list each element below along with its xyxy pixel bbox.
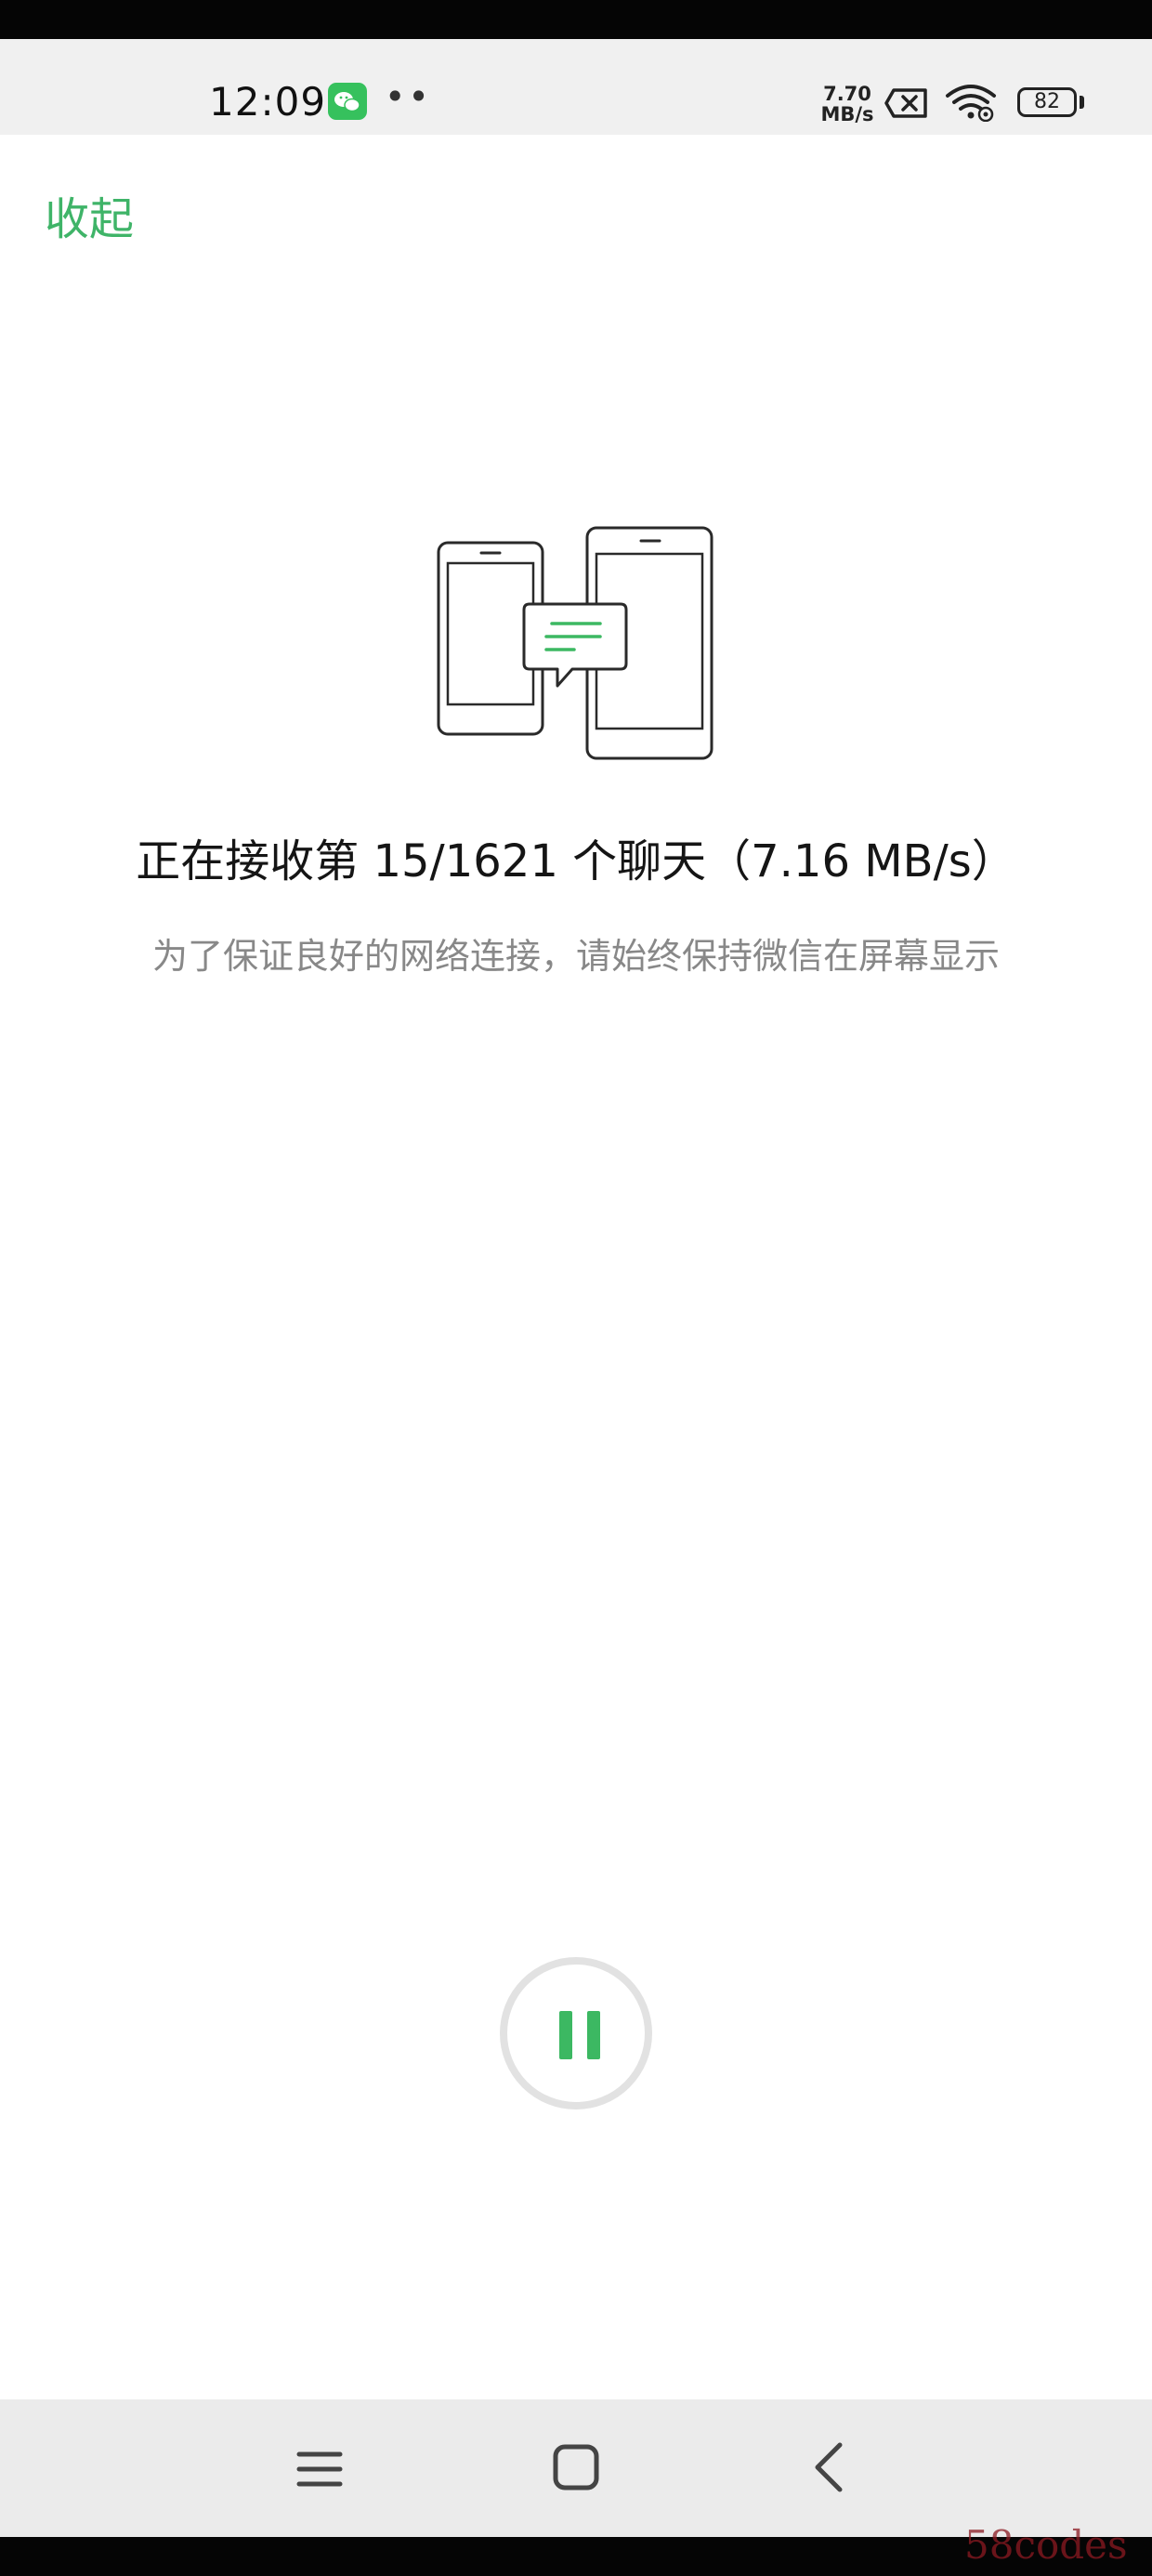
pause-bar-left [559,2011,572,2059]
pause-bar-right [587,2011,600,2059]
sim-disabled-icon [884,87,929,123]
phone-transfer-icon [435,526,715,763]
battery-level: 82 [1034,90,1060,113]
status-bar: 12:09 •• 7.70 MB/s 82 [0,39,1152,135]
home-icon[interactable] [552,2443,600,2491]
navigation-bar [0,2399,1152,2537]
network-speed: 7.70 MB/s [818,84,877,125]
back-icon[interactable] [806,2440,851,2494]
network-speed-value: 7.70 [823,83,871,105]
network-speed-unit: MB/s [820,103,874,125]
battery-icon: 82 [1017,87,1077,117]
top-edge-bar [0,0,1152,39]
menu-icon[interactable] [295,2446,344,2492]
watermark: 58codes [964,2522,1128,2568]
wifi-icon [944,83,998,125]
transfer-progress-text: 正在接收第 15/1621 个聊天（7.16 MB/s） [136,835,1016,887]
wechat-icon [328,83,367,120]
status-time: 12:09 [209,79,327,125]
collapse-button[interactable]: 收起 [45,182,134,247]
transfer-hint-text: 为了保证良好的网络连接，请始终保持微信在屏幕显示 [151,936,1000,977]
battery-tip [1080,96,1084,109]
pause-button[interactable] [500,1957,652,2109]
notification-dots: •• [385,76,432,117]
